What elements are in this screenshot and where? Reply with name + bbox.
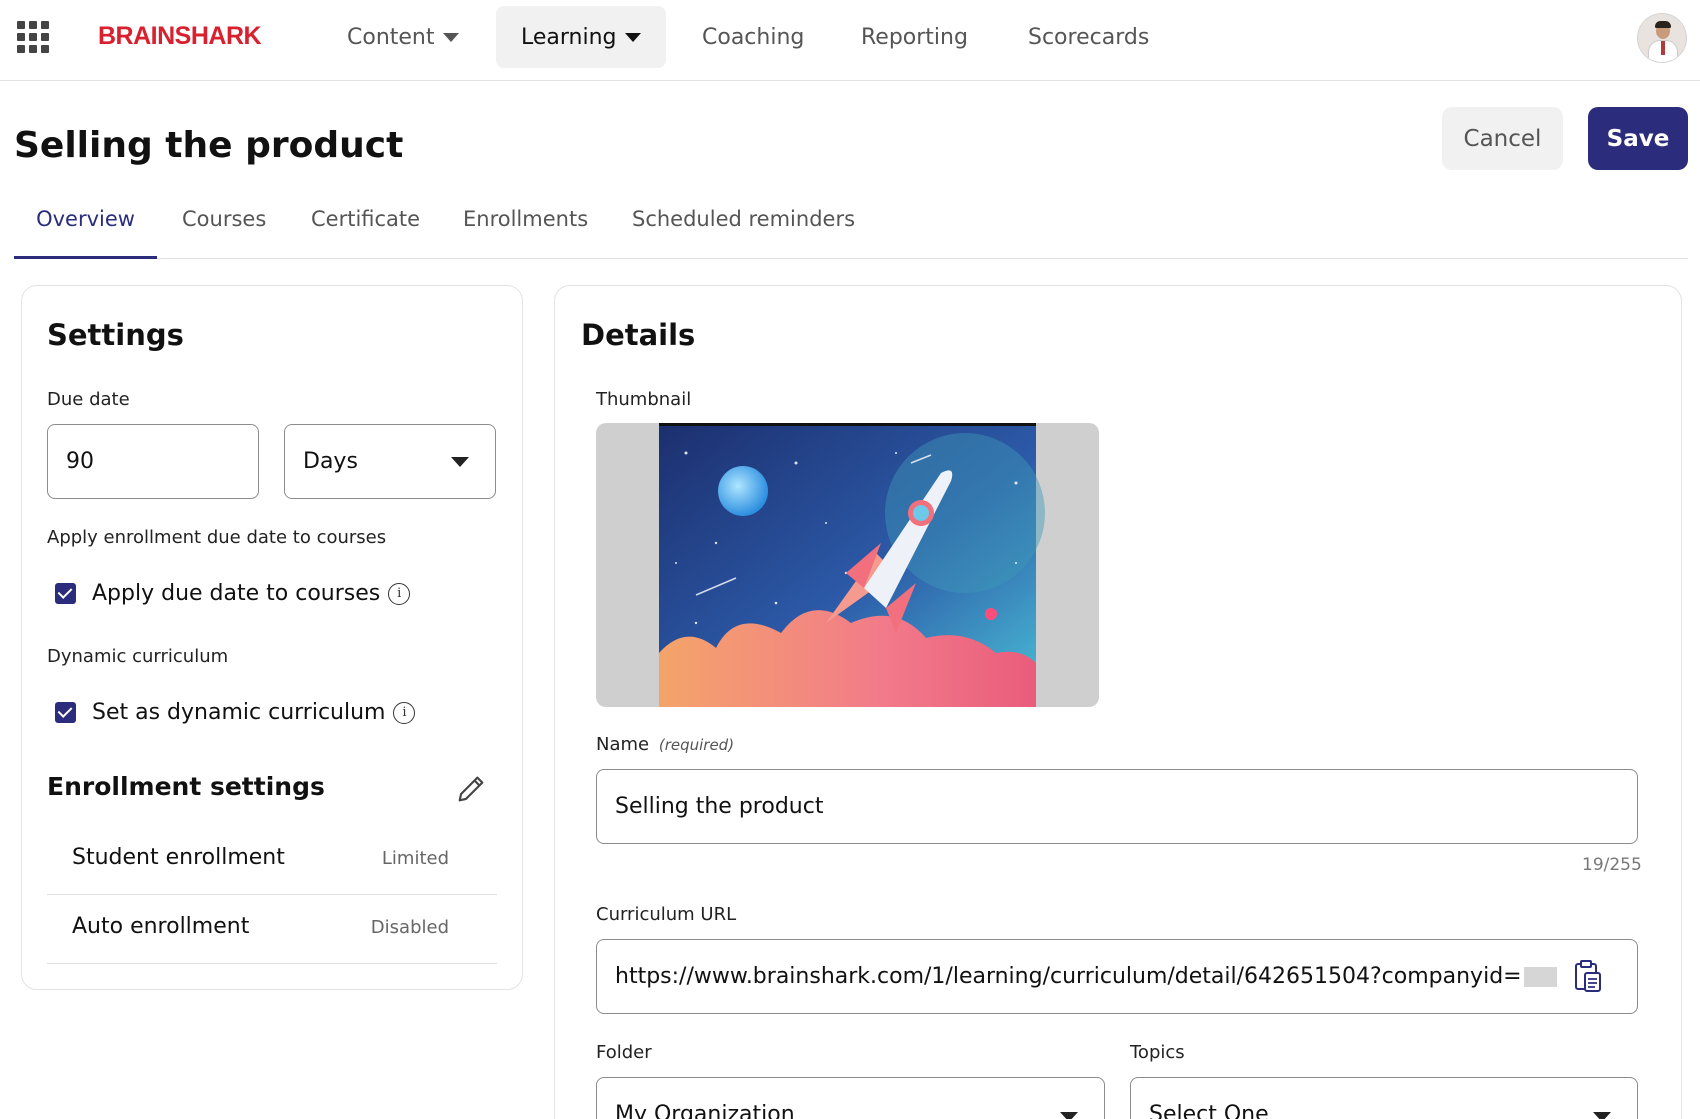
chevron-down-icon <box>451 457 469 467</box>
dynamic-curriculum-label: Set as dynamic curriculum <box>92 700 386 725</box>
nav-scorecards-label: Scorecards <box>1028 24 1150 50</box>
topics-select[interactable]: Select One <box>1130 1077 1638 1119</box>
caret-down-icon <box>624 32 641 42</box>
due-date-unit-select[interactable]: Days <box>284 424 496 499</box>
rocket-illustration <box>659 423 1045 707</box>
chevron-down-icon <box>1593 1112 1611 1119</box>
enrollment-row-auto: Auto enrollment Disabled <box>47 895 497 964</box>
nav-coaching[interactable]: Coaching <box>677 6 829 68</box>
folder-value: My Organization <box>615 1102 795 1119</box>
folder-select[interactable]: My Organization <box>596 1077 1105 1119</box>
enrollment-row-value: Limited <box>381 848 449 869</box>
topics-label: Topics <box>1130 1042 1185 1063</box>
enrollment-settings-title: Enrollment settings <box>47 772 325 801</box>
copy-to-clipboard-icon[interactable] <box>1573 959 1603 993</box>
nav-reporting-label: Reporting <box>861 24 968 50</box>
nav-learning-label: Learning <box>521 24 617 50</box>
name-label-text: Name <box>596 734 650 755</box>
apply-due-date-label: Apply due date to courses <box>92 581 381 606</box>
enrollment-row-value: Disabled <box>370 917 449 938</box>
settings-title: Settings <box>47 318 184 352</box>
tab-scheduled-reminders[interactable]: Scheduled reminders <box>632 198 855 259</box>
tab-overview[interactable]: Overview <box>14 198 157 259</box>
dynamic-curriculum-row: Set as dynamic curriculum i <box>55 700 416 725</box>
curriculum-url-input[interactable]: https://www.brainshark.com/1/learning/cu… <box>596 939 1638 1014</box>
edit-pencil-icon[interactable] <box>454 772 488 806</box>
due-date-unit-value: Days <box>303 449 358 474</box>
tab-courses[interactable]: Courses <box>182 198 266 259</box>
nav-reporting[interactable]: Reporting <box>836 6 993 68</box>
nav-learning[interactable]: Learning <box>496 6 666 68</box>
nav-scorecards[interactable]: Scorecards <box>1003 6 1174 68</box>
enrollment-row-key: Student enrollment <box>72 845 285 870</box>
details-title: Details <box>581 318 696 352</box>
due-date-label: Due date <box>47 389 130 410</box>
due-date-input[interactable]: 90 <box>47 424 259 499</box>
dynamic-curriculum-checkbox[interactable] <box>55 702 76 723</box>
curriculum-url-value: https://www.brainshark.com/1/learning/cu… <box>615 964 1522 989</box>
enrollment-row-key: Auto enrollment <box>72 914 250 939</box>
info-icon[interactable]: i <box>393 701 416 724</box>
brainshark-logo[interactable]: BRAINSHARK <box>98 22 262 51</box>
name-value: Selling the product <box>615 794 824 819</box>
name-input[interactable]: Selling the product <box>596 769 1638 844</box>
cancel-button[interactable]: Cancel <box>1442 107 1563 170</box>
apps-grid-icon[interactable] <box>17 21 49 53</box>
info-icon[interactable]: i <box>388 582 411 605</box>
name-label: Name (required) <box>596 734 734 755</box>
dynamic-section-label: Dynamic curriculum <box>47 646 229 667</box>
curriculum-url-label: Curriculum URL <box>596 904 737 925</box>
folder-label: Folder <box>596 1042 652 1063</box>
apply-due-date-checkbox[interactable] <box>55 583 76 604</box>
enrollment-row-student: Student enrollment Limited <box>47 826 497 895</box>
nav-content[interactable]: Content <box>322 6 484 68</box>
thumbnail-label: Thumbnail <box>596 389 692 410</box>
name-char-counter: 19/255 <box>1582 855 1642 875</box>
due-date-value: 90 <box>66 449 94 474</box>
top-navigation: BRAINSHARK Content Learning Coaching Rep… <box>0 0 1700 81</box>
user-avatar[interactable] <box>1637 13 1687 63</box>
thumbnail-image[interactable] <box>596 423 1099 707</box>
tab-certificate[interactable]: Certificate <box>311 198 420 259</box>
chevron-down-icon <box>1060 1112 1078 1119</box>
apply-section-label: Apply enrollment due date to courses <box>47 527 387 548</box>
nav-coaching-label: Coaching <box>702 24 805 50</box>
tab-enrollments[interactable]: Enrollments <box>463 198 588 259</box>
save-button[interactable]: Save <box>1588 107 1688 170</box>
tab-bar: Overview Courses Certificate Enrollments… <box>14 198 1688 259</box>
topics-value: Select One <box>1149 1102 1269 1119</box>
page-title: Selling the product <box>14 125 404 166</box>
apply-due-date-row: Apply due date to courses i <box>55 581 411 606</box>
redacted-block <box>1523 966 1557 987</box>
required-hint: (required) <box>658 736 735 754</box>
caret-down-icon <box>442 32 459 42</box>
nav-content-label: Content <box>347 24 435 50</box>
